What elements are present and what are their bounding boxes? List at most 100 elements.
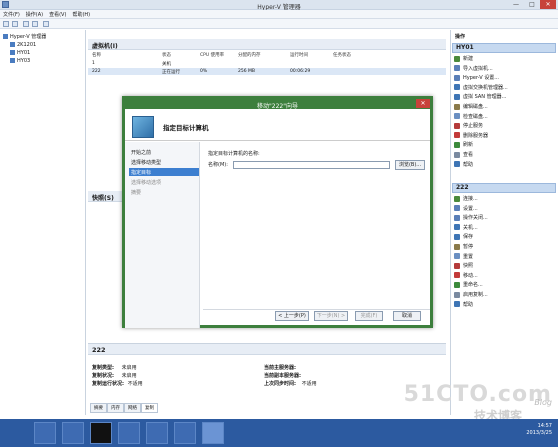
wizard-steps: 开始之前 选择移动类型 指定目标 选择移动选项 摘要 [125, 142, 200, 328]
col-name[interactable]: 名称 [92, 52, 101, 59]
vm-state: 正在运行 [162, 70, 180, 75]
tree-host-hy01[interactable]: HY01 [10, 50, 30, 56]
next-button[interactable]: 下一步(N) > [314, 311, 348, 321]
tab-replication[interactable]: 复制 [141, 403, 158, 413]
action-icon [454, 103, 460, 110]
action-vm-10[interactable]: 启用复制... [454, 291, 554, 300]
network-icon[interactable] [118, 422, 140, 444]
dialog-title-bar[interactable]: 移动"222"向导 ✕ [125, 99, 430, 110]
action-icon [454, 151, 460, 158]
action-icon [454, 93, 460, 100]
action-icon [454, 262, 460, 269]
col-memory[interactable]: 分配的内存 [238, 52, 261, 59]
details-tabs: 摘要 内存 网络 复制 [90, 403, 158, 413]
title-bar[interactable]: Hyper-V 管理器 — □ ✕ [0, 0, 558, 11]
action-icon [454, 291, 460, 298]
destination-name-input[interactable] [233, 161, 390, 169]
tree-host-2k1201[interactable]: 2K1201 [10, 42, 36, 48]
show-hide-tree-icon[interactable] [32, 21, 38, 27]
action-host-11[interactable]: 帮助 [454, 161, 554, 170]
action-icon [454, 281, 460, 288]
action-vm-4[interactable]: 保存 [454, 233, 554, 242]
previous-button[interactable]: < 上一步(P) [275, 311, 309, 321]
help-icon[interactable] [43, 21, 49, 27]
action-vm-8[interactable]: 移动... [454, 272, 554, 281]
move-wizard-icon[interactable] [202, 422, 224, 444]
action-host-10[interactable]: 查看 [454, 151, 554, 160]
action-host-9[interactable]: 刷新 [454, 141, 554, 150]
watermark-site: 51CTO.com [403, 382, 552, 407]
close-button[interactable]: ✕ [540, 0, 556, 9]
up-icon[interactable] [23, 21, 29, 27]
action-icon [454, 205, 460, 212]
step-move-type[interactable]: 选择移动类型 [129, 158, 199, 166]
detail-replication-state: 复制状况: 未启用 [92, 373, 137, 379]
server-icon [10, 50, 15, 55]
action-vm-5[interactable]: 暂停 [454, 243, 554, 252]
menu-action[interactable]: 操作(A) [23, 10, 46, 19]
tab-memory[interactable]: 内存 [107, 403, 124, 413]
menu-help[interactable]: 帮助(H) [69, 10, 93, 19]
actions-vm-header[interactable]: 222 [452, 183, 556, 193]
action-host-7[interactable]: 停止服务 [454, 122, 554, 131]
maximize-button[interactable]: □ [526, 0, 538, 9]
action-host-6[interactable]: 检查磁盘... [454, 113, 554, 122]
action-icon [454, 113, 460, 120]
action-host-5[interactable]: 编辑磁盘... [454, 103, 554, 112]
action-host-3[interactable]: 虚拟交换机管理器... [454, 84, 554, 93]
powershell-icon[interactable] [90, 422, 112, 444]
clock-time: 14:57 [537, 423, 552, 429]
watermark-tag: Blog [534, 398, 552, 407]
step-specify-destination[interactable]: 指定目标 [129, 168, 199, 176]
action-vm-9[interactable]: 重命名... [454, 281, 554, 290]
col-uptime[interactable]: 运行时间 [290, 52, 308, 59]
vmconnect-icon[interactable] [146, 422, 168, 444]
action-icon [454, 55, 460, 62]
action-icon [454, 122, 460, 129]
actions-host-header[interactable]: HY01 [452, 43, 556, 53]
action-host-0[interactable]: 新建 [454, 55, 554, 64]
table-row[interactable]: 222 正在运行 0% 256 MB 00:06:29 [88, 68, 446, 75]
action-host-8[interactable]: 删除服务器 [454, 132, 554, 141]
step-before-you-begin[interactable]: 开始之前 [129, 148, 199, 156]
action-vm-11[interactable]: 帮助 [454, 301, 554, 310]
browse-button[interactable]: 浏览(B)... [395, 160, 425, 170]
clock[interactable]: 14:57 2013/3/25 [526, 423, 552, 437]
action-host-1[interactable]: 导入虚拟机... [454, 65, 554, 74]
back-icon[interactable] [3, 21, 9, 27]
dialog-close-button[interactable]: ✕ [416, 99, 430, 108]
cancel-button[interactable]: 取消 [393, 311, 421, 321]
forward-icon[interactable] [12, 21, 18, 27]
action-vm-1[interactable]: 设置... [454, 205, 554, 214]
action-vm-3[interactable]: 关机... [454, 224, 554, 233]
dialog-header: 指定目标计算机 [125, 109, 430, 141]
start-icon[interactable] [4, 422, 26, 444]
hyperv-manager-icon[interactable] [174, 422, 196, 444]
action-host-2[interactable]: Hyper-V 设置... [454, 74, 554, 83]
tree-host-hy03[interactable]: HY03 [10, 58, 30, 64]
prompt-text: 指定目标计算机的名称: [208, 151, 260, 157]
action-vm-0[interactable]: 连接... [454, 195, 554, 204]
minimize-button[interactable]: — [510, 0, 522, 9]
vm-name: 222 [92, 69, 101, 74]
server-manager-icon[interactable] [34, 422, 56, 444]
dialog-footer-divider [203, 309, 430, 310]
taskbar: 14:57 2013/3/25 [0, 419, 558, 447]
dialog-heading: 指定目标计算机 [163, 124, 209, 132]
col-state[interactable]: 状态 [162, 52, 171, 59]
menu-file[interactable]: 文件(F) [0, 10, 23, 19]
finish-button[interactable]: 完成(F) [355, 311, 383, 321]
step-move-options: 选择移动选项 [131, 180, 162, 186]
menu-view[interactable]: 查看(V) [46, 10, 69, 19]
action-vm-7[interactable]: 快照 [454, 262, 554, 271]
tab-network[interactable]: 网络 [124, 403, 141, 413]
col-cpu[interactable]: CPU 使用率 [200, 52, 224, 59]
action-vm-6[interactable]: 重置 [454, 253, 554, 262]
action-host-4[interactable]: 虚拟 SAN 管理器... [454, 93, 554, 102]
col-task[interactable]: 任务状态 [333, 52, 351, 59]
table-row[interactable]: 1 关机 [88, 60, 446, 67]
tab-summary[interactable]: 摘要 [90, 403, 107, 413]
tree-root[interactable]: Hyper-V 管理器 [3, 33, 46, 40]
explorer-icon[interactable] [62, 422, 84, 444]
action-vm-2[interactable]: 操作关闭... [454, 214, 554, 223]
